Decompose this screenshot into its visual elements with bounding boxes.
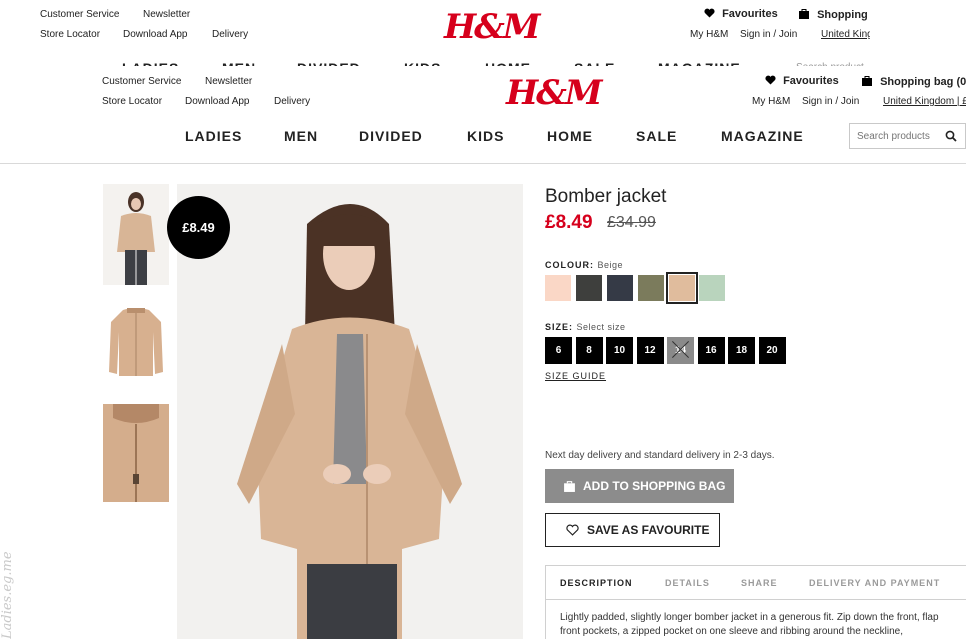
search-icon[interactable] <box>945 130 957 142</box>
delivery-link[interactable]: Delivery <box>212 29 248 40</box>
product-description: Lightly padded, slightly longer bomber j… <box>560 612 939 637</box>
product-thumbnail-image <box>103 184 169 285</box>
nav-men[interactable]: MEN <box>284 128 318 144</box>
nav-sale[interactable]: SALE <box>636 128 677 144</box>
thumbnail-detail[interactable] <box>103 404 169 502</box>
tab-delivery-payment[interactable]: DELIVERY AND PAYMENT <box>809 578 940 588</box>
tab-share[interactable]: SHARE <box>741 578 778 588</box>
size-option-12[interactable]: 12 <box>636 337 664 364</box>
watermark: Ladies.eg.me <box>0 551 15 639</box>
delivery-link[interactable]: Delivery <box>274 96 310 107</box>
product-tabs: DESCRIPTION DETAILS SHARE DELIVERY AND P… <box>545 565 966 600</box>
product-thumbnail-image <box>103 404 169 502</box>
nav-ladies[interactable]: LADIES <box>185 128 242 144</box>
newsletter-link[interactable]: Newsletter <box>143 9 190 20</box>
size-value: Select size <box>576 322 626 332</box>
size-option-8[interactable]: 8 <box>575 337 603 364</box>
newsletter-link[interactable]: Newsletter <box>205 76 252 87</box>
favourites-label: Favourites <box>722 8 778 20</box>
colour-swatch-beige[interactable] <box>666 272 698 304</box>
bag-icon <box>799 9 809 19</box>
nav-magazine[interactable]: MAGAZINE <box>721 128 804 144</box>
sale-price: £8.49 <box>545 212 593 233</box>
shopping-bag-label: Shopping <box>817 9 868 21</box>
my-hm-link[interactable]: My H&M <box>752 96 790 107</box>
product-thumbnail-image <box>103 302 169 382</box>
model-image <box>177 184 523 639</box>
favourites-link[interactable]: Favourites <box>765 75 839 87</box>
customer-service-link[interactable]: Customer Service <box>40 9 119 20</box>
description-panel: Lightly padded, slightly longer bomber j… <box>545 600 966 639</box>
colour-swatch-mint[interactable] <box>699 275 725 301</box>
heart-icon <box>765 75 776 85</box>
heart-outline-icon <box>566 524 579 536</box>
sign-in-link[interactable]: Sign in / Join <box>740 29 797 40</box>
bag-icon <box>862 76 872 86</box>
sign-in-link[interactable]: Sign in / Join <box>802 96 859 107</box>
tab-description[interactable]: DESCRIPTION <box>560 578 633 588</box>
store-locator-link[interactable]: Store Locator <box>40 29 100 40</box>
heart-icon <box>704 8 715 18</box>
country-selector[interactable]: United Kingdom | £ <box>883 96 966 107</box>
size-label-text: SIZE: <box>545 322 574 332</box>
download-app-link[interactable]: Download App <box>123 29 188 40</box>
download-app-link[interactable]: Download App <box>185 96 250 107</box>
delivery-info: Next day delivery and standard delivery … <box>545 450 775 461</box>
size-option-14[interactable]: 14 <box>667 337 694 364</box>
nav-kids[interactable]: KIDS <box>467 128 504 144</box>
colour-swatch-navy[interactable] <box>607 275 633 301</box>
add-to-bag-label: ADD TO SHOPPING BAG <box>583 479 726 493</box>
search-input[interactable] <box>857 129 945 143</box>
size-guide-link[interactable]: SIZE GUIDE <box>545 371 606 381</box>
hm-logo[interactable]: H&M <box>444 10 540 44</box>
nav-divided[interactable]: DIVIDED <box>359 128 423 144</box>
size-option-16[interactable]: 16 <box>697 337 725 364</box>
colour-swatch-light-pink[interactable] <box>545 275 571 301</box>
my-hm-link[interactable]: My H&M <box>690 29 728 40</box>
background-header: Customer Service Newsletter Store Locato… <box>0 0 870 74</box>
favourites-label: Favourites <box>783 75 839 87</box>
size-option-20[interactable]: 20 <box>758 337 786 364</box>
colour-label-text: COLOUR: <box>545 260 594 270</box>
colour-value: Beige <box>597 260 624 270</box>
shopping-bag-label: Shopping bag (0) <box>880 76 966 88</box>
main-product-image[interactable] <box>177 184 523 639</box>
site-header: Customer Service Newsletter Store Locato… <box>0 66 966 164</box>
colour-swatch-khaki[interactable] <box>638 275 664 301</box>
search-box <box>849 123 966 149</box>
size-option-6[interactable]: 6 <box>545 337 572 364</box>
shopping-bag-link[interactable]: Shopping bag (0) <box>861 75 966 88</box>
save-favourite-label: SAVE AS FAVOURITE <box>587 523 710 537</box>
colour-swatch-dark-grey[interactable] <box>576 275 602 301</box>
shopping-bag-link[interactable]: Shopping <box>798 8 868 21</box>
save-favourite-button[interactable]: SAVE AS FAVOURITE <box>545 513 720 547</box>
tab-details[interactable]: DETAILS <box>665 578 710 588</box>
store-locator-link[interactable]: Store Locator <box>102 96 162 107</box>
thumbnail-model-front[interactable] <box>103 184 169 285</box>
hm-logo[interactable]: H&M <box>506 76 602 110</box>
price-badge: £8.49 <box>167 196 230 259</box>
thumbnail-flat-lay[interactable] <box>103 302 169 382</box>
nav-home[interactable]: HOME <box>547 128 593 144</box>
bag-icon <box>564 481 575 492</box>
favourites-link[interactable]: Favourites <box>704 8 778 20</box>
size-option-10[interactable]: 10 <box>606 337 633 364</box>
product-title: Bomber jacket <box>545 186 667 207</box>
colour-label: COLOUR: Beige <box>545 260 623 270</box>
customer-service-link[interactable]: Customer Service <box>102 76 181 87</box>
country-selector[interactable]: United King <box>821 29 870 40</box>
size-label: SIZE: Select size <box>545 322 626 332</box>
add-to-bag-button[interactable]: ADD TO SHOPPING BAG <box>545 469 734 503</box>
size-option-18[interactable]: 18 <box>728 337 755 364</box>
original-price: £34.99 <box>607 214 656 231</box>
